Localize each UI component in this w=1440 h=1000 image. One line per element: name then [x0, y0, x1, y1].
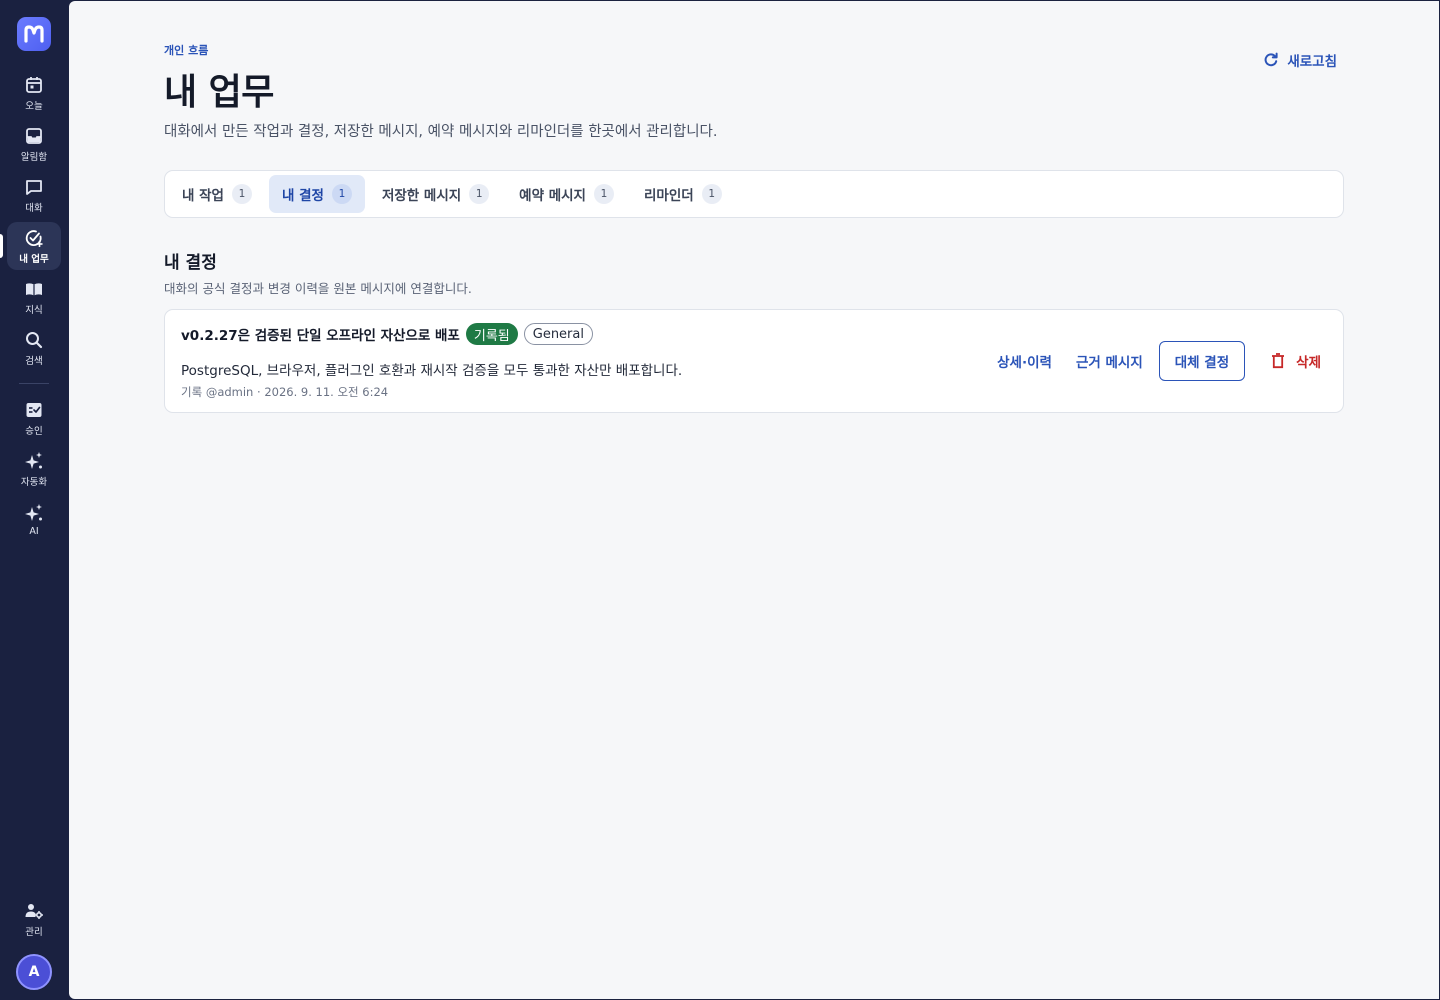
- tab-count-badge: 1: [701, 184, 722, 204]
- admin-users-gear-icon: [25, 903, 43, 919]
- sidebar-item-inbox[interactable]: 알림함: [7, 120, 61, 168]
- calendar-icon: [26, 76, 42, 93]
- refresh-label: 새로고침: [1287, 54, 1337, 70]
- evidence-message-button[interactable]: 근거 메시지: [1064, 341, 1155, 381]
- decision-header: v0.2.27은 검증된 단일 오프라인 자산으로 배포 기록됨 General: [181, 323, 593, 345]
- work-tabs: 내 작업 1 내 결정 1 저장한 메시지 1 예약 메시지 1 리마인더 1: [164, 170, 1344, 218]
- refresh-button[interactable]: 새로고침: [1263, 50, 1337, 70]
- tab-my-tasks[interactable]: 내 작업 1: [169, 175, 265, 213]
- sparkle-icon: [25, 504, 42, 521]
- section-description: 대화의 공식 결정과 변경 이력을 원본 메시지에 연결합니다.: [164, 281, 472, 296]
- refresh-icon: [1264, 52, 1278, 67]
- sidebar-item-label: AI: [29, 526, 39, 537]
- tab-saved-messages[interactable]: 저장한 메시지 1: [369, 175, 502, 213]
- tab-count-badge: 1: [593, 184, 614, 204]
- main-panel: 개인 흐름 내 업무 대화에서 만든 작업과 결정, 저장한 메시지, 예약 메…: [69, 1, 1439, 999]
- app-logo[interactable]: [17, 17, 51, 51]
- sidebar: 오늘 알림함 대화 내 업무 지식 검색 승인 자동화 AI 관리 A: [0, 0, 68, 1000]
- book-icon: [26, 282, 42, 295]
- sidebar-item-search[interactable]: 검색: [7, 324, 61, 372]
- sidebar-item-knowledge[interactable]: 지식: [7, 273, 61, 321]
- sidebar-item-automation[interactable]: 자동화: [7, 445, 61, 493]
- approval-checklist-icon: [26, 402, 42, 417]
- supersede-decision-button[interactable]: 대체 결정: [1158, 341, 1246, 381]
- sidebar-item-label: 승인: [25, 425, 43, 437]
- decision-actions: 상세·이력 근거 메시지 대체 결정 삭제: [985, 341, 1321, 381]
- tab-label: 저장한 메시지: [381, 188, 462, 204]
- sidebar-item-label: 오늘: [25, 100, 43, 112]
- sidebar-item-label: 내 업무: [19, 253, 49, 265]
- tab-label: 내 작업: [182, 188, 224, 204]
- delete-label: 삭제: [1296, 355, 1321, 371]
- sidebar-item-label: 지식: [25, 304, 43, 316]
- sidebar-item-label: 대화: [25, 202, 43, 214]
- tab-count-badge: 1: [231, 184, 252, 204]
- sidebar-item-my-work[interactable]: 내 업무: [0, 222, 61, 270]
- sidebar-item-today[interactable]: 오늘: [7, 69, 61, 117]
- tab-scheduled-messages[interactable]: 예약 메시지 1: [506, 175, 627, 213]
- section-title: 내 결정: [164, 253, 217, 273]
- tab-reminders[interactable]: 리마인더 1: [631, 175, 735, 213]
- sidebar-item-conversations[interactable]: 대화: [7, 171, 61, 219]
- sidebar-item-label: 알림함: [20, 151, 48, 163]
- decision-body: PostgreSQL, 브라우저, 플러그인 호환과 재시작 검증을 모두 통과…: [181, 363, 683, 379]
- page-title: 내 업무: [164, 72, 274, 113]
- inbox-icon: [26, 127, 42, 144]
- decision-card: v0.2.27은 검증된 단일 오프라인 자산으로 배포 기록됨 General…: [164, 309, 1344, 413]
- channel-badge: General: [523, 323, 593, 345]
- sidebar-nav: 오늘 알림함 대화 내 업무 지식 검색 승인 자동화 AI: [0, 69, 68, 547]
- user-avatar[interactable]: A: [16, 954, 52, 990]
- tab-count-badge: 1: [331, 184, 352, 204]
- tab-count-badge: 1: [469, 184, 490, 204]
- sparkle-icon: [25, 451, 42, 469]
- tab-my-decisions[interactable]: 내 결정 1: [268, 175, 365, 213]
- sidebar-item-ai[interactable]: AI: [7, 496, 61, 544]
- page-eyebrow: 개인 흐름: [164, 44, 209, 57]
- sidebar-item-approvals[interactable]: 승인: [7, 394, 61, 442]
- status-badge: 기록됨: [465, 323, 518, 345]
- decision-title: v0.2.27은 검증된 단일 오프라인 자산으로 배포: [181, 328, 460, 344]
- sidebar-item-label: 관리: [25, 926, 43, 938]
- logo-m-icon: [24, 25, 44, 43]
- chat-bubble-icon: [26, 179, 42, 195]
- sidebar-bottom: 관리 A: [0, 895, 68, 990]
- decision-meta: 기록 @admin · 2026. 9. 11. 오전 6:24: [181, 385, 389, 399]
- trash-icon: [1272, 353, 1285, 369]
- sidebar-divider: [19, 383, 49, 384]
- tab-label: 내 결정: [281, 188, 324, 204]
- page-description: 대화에서 만든 작업과 결정, 저장한 메시지, 예약 메시지와 리마인더를 한…: [164, 124, 718, 140]
- sidebar-item-label: 자동화: [20, 476, 48, 488]
- tab-label: 리마인더: [643, 188, 694, 204]
- tab-label: 예약 메시지: [519, 188, 586, 204]
- sidebar-item-label: 검색: [25, 355, 43, 367]
- sidebar-item-admin[interactable]: 관리: [7, 895, 61, 943]
- task-check-icon: [25, 229, 43, 247]
- search-icon: [26, 331, 43, 348]
- delete-decision-button[interactable]: 삭제: [1261, 341, 1321, 381]
- details-history-button[interactable]: 상세·이력: [985, 341, 1064, 381]
